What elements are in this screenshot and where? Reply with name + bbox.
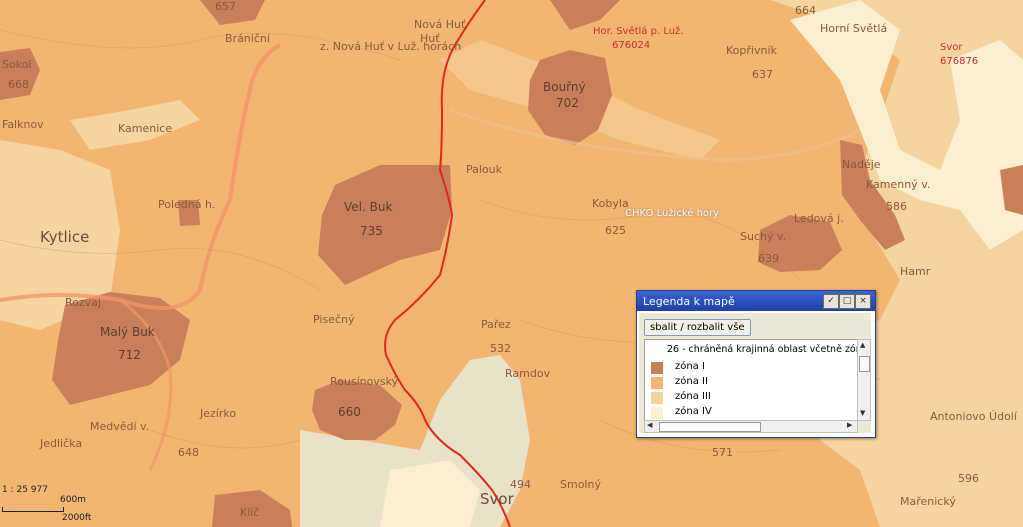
place-label-smolny: Smolný xyxy=(560,478,601,491)
place-label-marenicky: Mařenický xyxy=(900,495,956,508)
peak-label-664: 664 xyxy=(795,4,816,17)
peak-label-639: 639 xyxy=(758,252,779,265)
red-label-svor-east: Svor xyxy=(940,42,963,53)
place-label-klic: Klíč xyxy=(240,506,260,519)
swatch-zone-4 xyxy=(651,407,663,419)
place-label-pisecny: Pisečný xyxy=(313,313,355,326)
peak-label-637: 637 xyxy=(752,68,773,81)
place-label-kamenice: Kamenice xyxy=(118,122,173,135)
peak-label-532: 532 xyxy=(490,342,511,355)
peak-label-vel-buk: Vel. Buk xyxy=(344,200,393,214)
place-label-kytlice: Kytlice xyxy=(40,228,90,246)
scale-imperial: 2000ft xyxy=(62,513,92,523)
place-label-rousinovsky: Rousínovský xyxy=(330,375,399,388)
legend-horizontal-scrollbar[interactable]: ◀ ▶ xyxy=(644,420,858,433)
place-label-horni-svetla: Horní Světlá xyxy=(820,22,888,35)
peak-elev-maly-buk: 712 xyxy=(118,348,141,362)
legend-header: 26 - chráněná krajinná oblast včetně zón xyxy=(667,344,858,355)
area-label-chko: CHKO Lužické hory xyxy=(625,208,720,219)
place-label-jedlicka: Jedlička xyxy=(40,437,83,450)
scale-bar xyxy=(2,507,64,512)
legend-titlebar[interactable]: Legenda k mapě ✓ □ × xyxy=(637,291,875,311)
legend-list[interactable]: 26 - chráněná krajinná oblast včetně zón… xyxy=(644,339,858,421)
legend-item-label: zóna III xyxy=(675,391,711,402)
peak-label-625: 625 xyxy=(605,224,626,237)
place-label-hamr: Hamr xyxy=(900,265,931,278)
place-label-kamenny: Kamenný v. xyxy=(866,178,931,191)
legend-body: sbalit / rozbalit vše 26 - chráněná kraj… xyxy=(639,313,871,433)
scroll-right-arrow-icon[interactable]: ▶ xyxy=(847,421,852,429)
map-scale: 1 : 25 977 600m 2000ft xyxy=(0,483,120,527)
vertical-scroll-thumb[interactable] xyxy=(859,356,870,372)
map-canvas[interactable] xyxy=(0,0,1023,527)
place-label-nova-hut: Nová Huť xyxy=(414,18,466,31)
red-label-hor-svetla: Hor. Světlá p. Luž. xyxy=(593,26,684,37)
peak-label-bourny: Bouřný xyxy=(543,80,586,94)
place-label-parez: Pařez xyxy=(481,318,511,331)
scroll-down-arrow-icon[interactable]: ▼ xyxy=(860,409,865,417)
place-label-ramdov: Ramdov xyxy=(505,367,551,380)
collapse-expand-all-button[interactable]: sbalit / rozbalit vše xyxy=(644,319,751,336)
peak-label-668: 668 xyxy=(8,78,29,91)
place-label-nadeje: Naděje xyxy=(842,158,881,171)
place-label-rozvaj: Rozvaj xyxy=(65,296,101,309)
peak-label-657: 657 xyxy=(215,0,236,13)
legend-item-label: zóna I xyxy=(675,361,705,372)
place-label-poledna: Poledná h. xyxy=(158,198,216,211)
horizontal-scroll-thumb[interactable] xyxy=(659,422,761,432)
close-button[interactable]: × xyxy=(855,294,871,309)
maximize-button[interactable]: □ xyxy=(839,294,855,309)
place-label-koprivnik: Kopřivník xyxy=(726,44,777,57)
scale-metric: 600m xyxy=(60,495,86,505)
place-label-sokol: Sokol xyxy=(2,58,32,71)
place-label-z-nova-hut: z. Nová Huť v Luž. horách xyxy=(320,40,462,53)
place-label-suchy: Suchý v. xyxy=(740,230,787,243)
scale-ratio: 1 : 25 977 xyxy=(2,485,48,495)
swatch-zone-3 xyxy=(651,392,663,404)
place-label-branicni: Brániční xyxy=(225,32,270,45)
peak-elev-bourny: 702 xyxy=(556,96,579,110)
minimize-button[interactable]: ✓ xyxy=(823,294,839,309)
legend-window[interactable]: Legenda k mapě ✓ □ × sbalit / rozbalit v… xyxy=(636,290,876,438)
legend-title: Legenda k mapě xyxy=(643,295,735,308)
swatch-zone-1 xyxy=(651,362,663,374)
peak-label-648: 648 xyxy=(178,446,199,459)
legend-item-label: zóna IV xyxy=(675,406,712,417)
red-label-676024: 676024 xyxy=(612,40,651,51)
place-label-antoniovo: Antoniovo Údolí xyxy=(930,410,1017,423)
place-label-falknov: Falknov xyxy=(2,118,44,131)
peak-elev-rousinovsky: 660 xyxy=(338,405,361,419)
legend-item-label: zóna II xyxy=(675,376,708,387)
place-label-jezirko: Jezírko xyxy=(200,407,237,420)
legend-vertical-scrollbar[interactable]: ▲ ▼ xyxy=(857,339,871,421)
place-label-palouk: Palouk xyxy=(466,163,503,176)
peak-label-586: 586 xyxy=(886,200,907,213)
place-label-kobyla: Kobyla xyxy=(592,197,629,210)
peak-label-571: 571 xyxy=(712,446,733,459)
swatch-zone-2 xyxy=(651,377,663,389)
peak-label-494: 494 xyxy=(510,478,531,491)
place-label-svor: Svor xyxy=(480,490,514,508)
place-label-ledova: Ledová j. xyxy=(794,212,844,225)
scroll-left-arrow-icon[interactable]: ◀ xyxy=(647,421,652,429)
red-label-676876: 676876 xyxy=(940,56,979,67)
peak-elev-vel-buk: 735 xyxy=(360,224,383,238)
peak-label-596: 596 xyxy=(958,472,979,485)
scroll-up-arrow-icon[interactable]: ▲ xyxy=(860,341,865,349)
place-label-medvedi: Medvědí v. xyxy=(90,420,150,433)
peak-label-maly-buk: Malý Buk xyxy=(100,325,155,339)
